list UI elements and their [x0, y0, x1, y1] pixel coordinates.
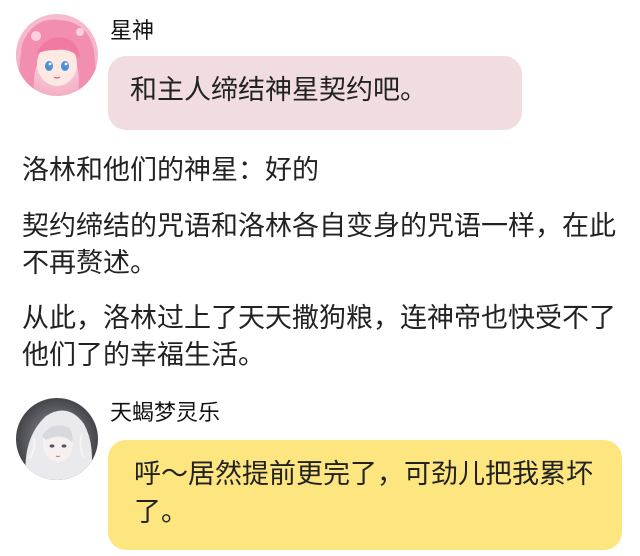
chat-message-1: 星神 和主人缔结神星契约吧。 — [0, 0, 640, 140]
sender-avatar[interactable] — [16, 398, 98, 480]
chat-message-2: 天蝎梦灵乐 呼～居然提前更完了，可劲儿把我累坏了。 — [0, 392, 640, 556]
sender-name: 天蝎梦灵乐 — [110, 401, 221, 426]
narration-paragraph: 契约缔结的咒语和洛林各自变身的咒语一样，在此不再赘述。 — [22, 211, 616, 279]
sender-avatar[interactable] — [16, 14, 98, 96]
white-hair-character-avatar-icon — [16, 398, 98, 480]
narration-paragraph: 从此，洛林过上了天天撒狗粮，连神帝也快受不了他们了的幸福生活。 — [22, 303, 616, 371]
pink-hair-anime-girl-avatar-icon — [16, 14, 98, 96]
sender-name: 星神 — [110, 19, 155, 44]
message-bubble: 呼～居然提前更完了，可劲儿把我累坏了。 — [108, 440, 622, 550]
narration-paragraph: 洛林和他们的神星：好的 — [22, 155, 319, 186]
message-bubble: 和主人缔结神星契约吧。 — [108, 56, 522, 130]
